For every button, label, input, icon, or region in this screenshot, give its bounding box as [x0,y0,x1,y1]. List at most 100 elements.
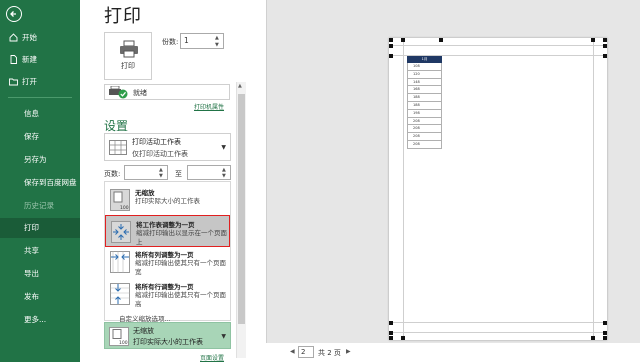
sidebar-item-save[interactable]: 保存 [0,127,80,147]
margin-handle[interactable] [389,331,393,335]
sidebar-item-label: 信息 [24,109,39,118]
table-cell: 208 [407,117,442,126]
margin-handle[interactable] [389,336,393,340]
scale-option-fit-columns[interactable]: 将所有列调整为一页 缩减打印输出使其只有一个页面宽 [105,246,230,278]
current-page-input[interactable]: 2 [298,346,314,358]
no-scaling-icon: 100 [109,327,129,346]
margin-handle[interactable] [603,54,607,58]
margin-handle[interactable] [603,38,607,42]
spin-down-icon[interactable]: ▼ [222,173,228,179]
scale-option-fit-sheet[interactable]: 将工作表调整为一页 缩减打印输出以显示在一个页面上 [105,215,230,247]
scale-option-title: 无缩放 [135,189,155,197]
page-setup-link[interactable]: 页面设置 [200,353,224,362]
margin-handle[interactable] [389,38,393,42]
chevron-down-icon: ▼ [221,144,226,151]
sidebar-item-label: 另存为 [24,155,47,164]
sidebar-divider [8,97,72,98]
fit-sheet-icon [111,221,131,243]
table-cell: 208 [407,133,442,141]
print-button-label: 打印 [121,62,135,70]
folder-open-icon [9,78,18,86]
pages-from-input[interactable]: ▲ ▼ [124,165,168,180]
table-cell: 120 [407,70,442,79]
table-cell: 198 [407,109,442,118]
back-arrow-icon[interactable] [6,6,22,22]
printer-selector[interactable]: 就绪 [104,84,230,100]
next-page-icon[interactable]: ▶ [346,348,351,355]
table-cell: 208 [407,125,442,134]
copies-value: 1 [184,36,189,45]
scale-option-desc: 缩减打印输出以显示在一个页面上 [136,229,227,246]
printer-ready-icon [109,86,128,99]
print-what-desc: 仅打印活动工作表 [132,150,188,158]
pages-to-input[interactable]: ▲ ▼ [187,165,231,180]
table-cell: 108 [407,63,442,71]
sidebar-item-new[interactable]: 新建 [0,50,80,70]
spin-down-icon[interactable]: ▼ [215,42,221,48]
sidebar-item-label: 导出 [24,269,39,278]
copies-label: 份数: [162,38,179,46]
spin-down-icon[interactable]: ▼ [159,173,165,179]
backstage-sidebar: 开始 新建 打开 信息 保存 另存为 保存到百度网盘 历史记录 打印 共享 导出… [0,0,80,362]
pages-to-label: 至 [175,170,182,178]
scrollbar-thumb[interactable] [238,94,245,324]
page-title: 打印 [104,6,142,27]
sidebar-item-save-as[interactable]: 另存为 [0,150,80,170]
scale-option-desc: 缩减打印输出使其只有一个页面高 [135,291,226,308]
print-preview: 1月 108 120 148 168 188 188 198 208 208 2… [266,0,640,343]
margin-line [403,38,404,340]
margin-handle[interactable] [603,321,607,325]
margin-handle[interactable] [389,44,393,48]
copies-stepper[interactable]: 1 ▲ ▼ [180,33,224,49]
print-what-title: 打印活动工作表 [132,138,181,146]
sidebar-item-save-to-baidu[interactable]: 保存到百度网盘 [0,173,80,193]
scaling-selected-title: 无缩放 [133,327,154,335]
margin-handle[interactable] [439,38,443,42]
sidebar-item-share[interactable]: 共享 [0,241,80,261]
chevron-down-icon: ▼ [221,333,226,340]
sidebar-item-more[interactable]: 更多... [0,310,80,330]
margin-handle[interactable] [603,44,607,48]
margin-handle[interactable] [401,38,405,42]
scroll-up-icon[interactable]: ▲ [238,83,242,89]
worksheet-icon [109,140,127,155]
margin-handle[interactable] [401,336,405,340]
print-what-dropdown[interactable]: 打印活动工作表 仅打印活动工作表 ▼ [104,133,231,161]
margin-handle[interactable] [603,331,607,335]
spin-up-icon[interactable]: ▲ [215,35,221,41]
new-file-icon [10,55,17,64]
margin-handle[interactable] [591,38,595,42]
sidebar-item-publish[interactable]: 发布 [0,287,80,307]
margin-line [593,38,594,340]
no-scaling-icon: 100 [110,189,130,211]
sidebar-item-label: 开始 [22,33,37,42]
print-button[interactable]: 打印 [104,32,152,80]
svg-text:100: 100 [120,205,129,211]
preview-table: 1月 108 120 148 168 188 188 198 208 208 2… [407,56,442,149]
margin-handle[interactable] [389,54,393,58]
margin-handle[interactable] [389,321,393,325]
printer-properties-link[interactable]: 打印机属性 [194,102,224,111]
sidebar-item-print[interactable]: 打印 [0,218,80,238]
sidebar-item-export[interactable]: 导出 [0,264,80,284]
printer-icon [120,40,138,58]
sidebar-item-open[interactable]: 打开 [0,72,80,92]
scaling-dropdown[interactable]: 100 无缩放 打印实际大小的工作表 ▼ [104,322,231,349]
previous-page-icon[interactable]: ◀ [290,348,295,355]
sidebar-item-info[interactable]: 信息 [0,104,80,124]
table-cell: 168 [407,86,442,95]
table-cell: 208 [407,140,442,149]
scale-option-fit-rows[interactable]: 将所有行调整为一页 缩减打印输出使其只有一个页面高 [105,278,230,310]
preview-page: 1月 108 120 148 168 188 188 198 208 208 2… [389,38,607,340]
settings-scrollbar[interactable]: ▲ [236,82,246,358]
preview-table-header: 1月 [407,56,442,63]
margin-handle[interactable] [591,336,595,340]
fit-columns-icon [110,251,130,273]
sidebar-item-label: 保存 [24,132,39,141]
margin-handle[interactable] [603,336,607,340]
scale-option-no-scaling[interactable]: 100 无缩放 打印实际大小的工作表 [105,184,230,216]
scale-option-desc: 打印实际大小的工作表 [135,197,200,205]
sidebar-item-home[interactable]: 开始 [0,28,80,48]
sidebar-item-label: 历史记录 [24,201,54,210]
scale-option-title: 将所有行调整为一页 [135,283,194,291]
